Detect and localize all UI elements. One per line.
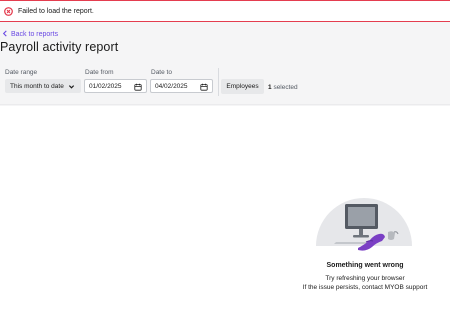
date-range-select[interactable]: This month to date xyxy=(5,79,81,93)
page-header: Back to reports Payroll activity report xyxy=(0,22,450,61)
error-alert: Failed to load the report. xyxy=(0,0,450,22)
selected-count-text: 1 selected xyxy=(268,84,298,91)
chevron-left-icon xyxy=(2,30,8,39)
error-title: Something went wrong xyxy=(326,262,404,269)
date-from-input[interactable]: 01/02/2025 xyxy=(84,79,147,93)
page-title: Payroll activity report xyxy=(0,40,119,54)
filter-separator xyxy=(0,104,450,105)
calendar-icon[interactable] xyxy=(199,82,208,91)
alert-message: Failed to load the report. xyxy=(18,7,94,15)
error-message-line-2: If the issue persists, contact MYOB supp… xyxy=(302,284,428,291)
date-from-label: Date from xyxy=(85,69,114,76)
date-to-input[interactable]: 04/02/2025 xyxy=(150,79,213,93)
spilled-drink-computer-illustration xyxy=(300,162,420,262)
date-to-label: Date to xyxy=(151,69,172,76)
calendar-icon[interactable] xyxy=(133,82,142,91)
back-to-reports-link[interactable]: Back to reports xyxy=(2,30,58,39)
error-circle-icon xyxy=(4,6,13,16)
filter-divider xyxy=(218,68,219,96)
date-from-value: 01/02/2025 xyxy=(89,82,122,90)
selected-count: 1 xyxy=(268,84,272,91)
back-link-label: Back to reports xyxy=(11,31,59,38)
date-range-label: Date range xyxy=(5,69,38,76)
date-range-value: This month to date xyxy=(10,82,64,90)
chevron-down-icon xyxy=(67,82,76,91)
date-to-value: 04/02/2025 xyxy=(155,82,188,90)
employees-button[interactable]: Employees xyxy=(221,79,264,94)
selected-suffix: selected xyxy=(273,84,298,91)
error-message-line-1: Try refreshing your browser xyxy=(325,275,405,282)
